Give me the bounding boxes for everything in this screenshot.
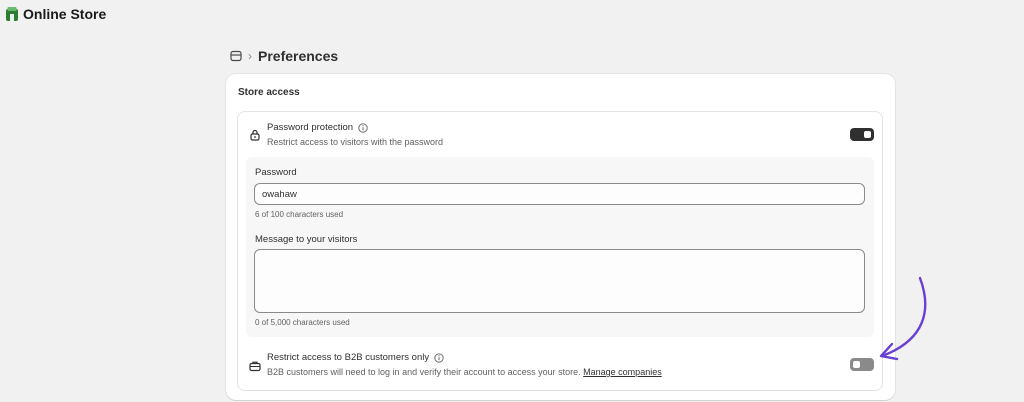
breadcrumb-separator: ›: [248, 49, 252, 63]
page-title: Preferences: [258, 48, 339, 64]
breadcrumb: › Preferences: [230, 46, 338, 66]
top-bar: Online Store: [0, 0, 1024, 28]
b2b-description: B2B customers will need to log in and ve…: [267, 367, 584, 377]
info-icon[interactable]: [434, 352, 444, 363]
password-label: Password: [255, 167, 297, 178]
password-protection-title: Password protection: [267, 122, 354, 133]
toggle-knob: [864, 131, 871, 138]
briefcase-icon: [249, 361, 261, 372]
lock-icon: [250, 129, 260, 141]
password-protection-title-row: Password protection: [267, 122, 368, 133]
store-access-panel: Password protection Restrict access to v…: [237, 111, 883, 391]
annotation-arrow: [879, 276, 927, 361]
password-settings-panel: Password 6 of 100 characters used Messag…: [246, 157, 874, 337]
password-protection-toggle[interactable]: [850, 128, 874, 141]
password-input[interactable]: [254, 183, 865, 205]
b2b-description-row: B2B customers will need to log in and ve…: [267, 367, 662, 377]
message-label: Message to your visitors: [255, 234, 358, 245]
password-protection-description: Restrict access to visitors with the pas…: [267, 137, 444, 147]
manage-companies-link[interactable]: Manage companies: [583, 367, 662, 377]
message-char-count: 0 of 5,000 characters used: [255, 318, 350, 327]
section-title: Store access: [238, 87, 300, 98]
info-icon[interactable]: [358, 122, 368, 133]
app-title: Online Store: [23, 6, 107, 22]
b2b-title-row: Restrict access to B2B customers only: [267, 352, 444, 363]
toggle-knob: [853, 361, 860, 368]
online-store-icon[interactable]: [230, 50, 242, 62]
password-char-count: 6 of 100 characters used: [255, 210, 344, 219]
message-textarea[interactable]: [254, 249, 865, 313]
store-icon: [6, 7, 18, 21]
store-access-card: Store access Password protection Restric…: [226, 74, 895, 400]
b2b-title: Restrict access to B2B customers only: [267, 352, 430, 363]
